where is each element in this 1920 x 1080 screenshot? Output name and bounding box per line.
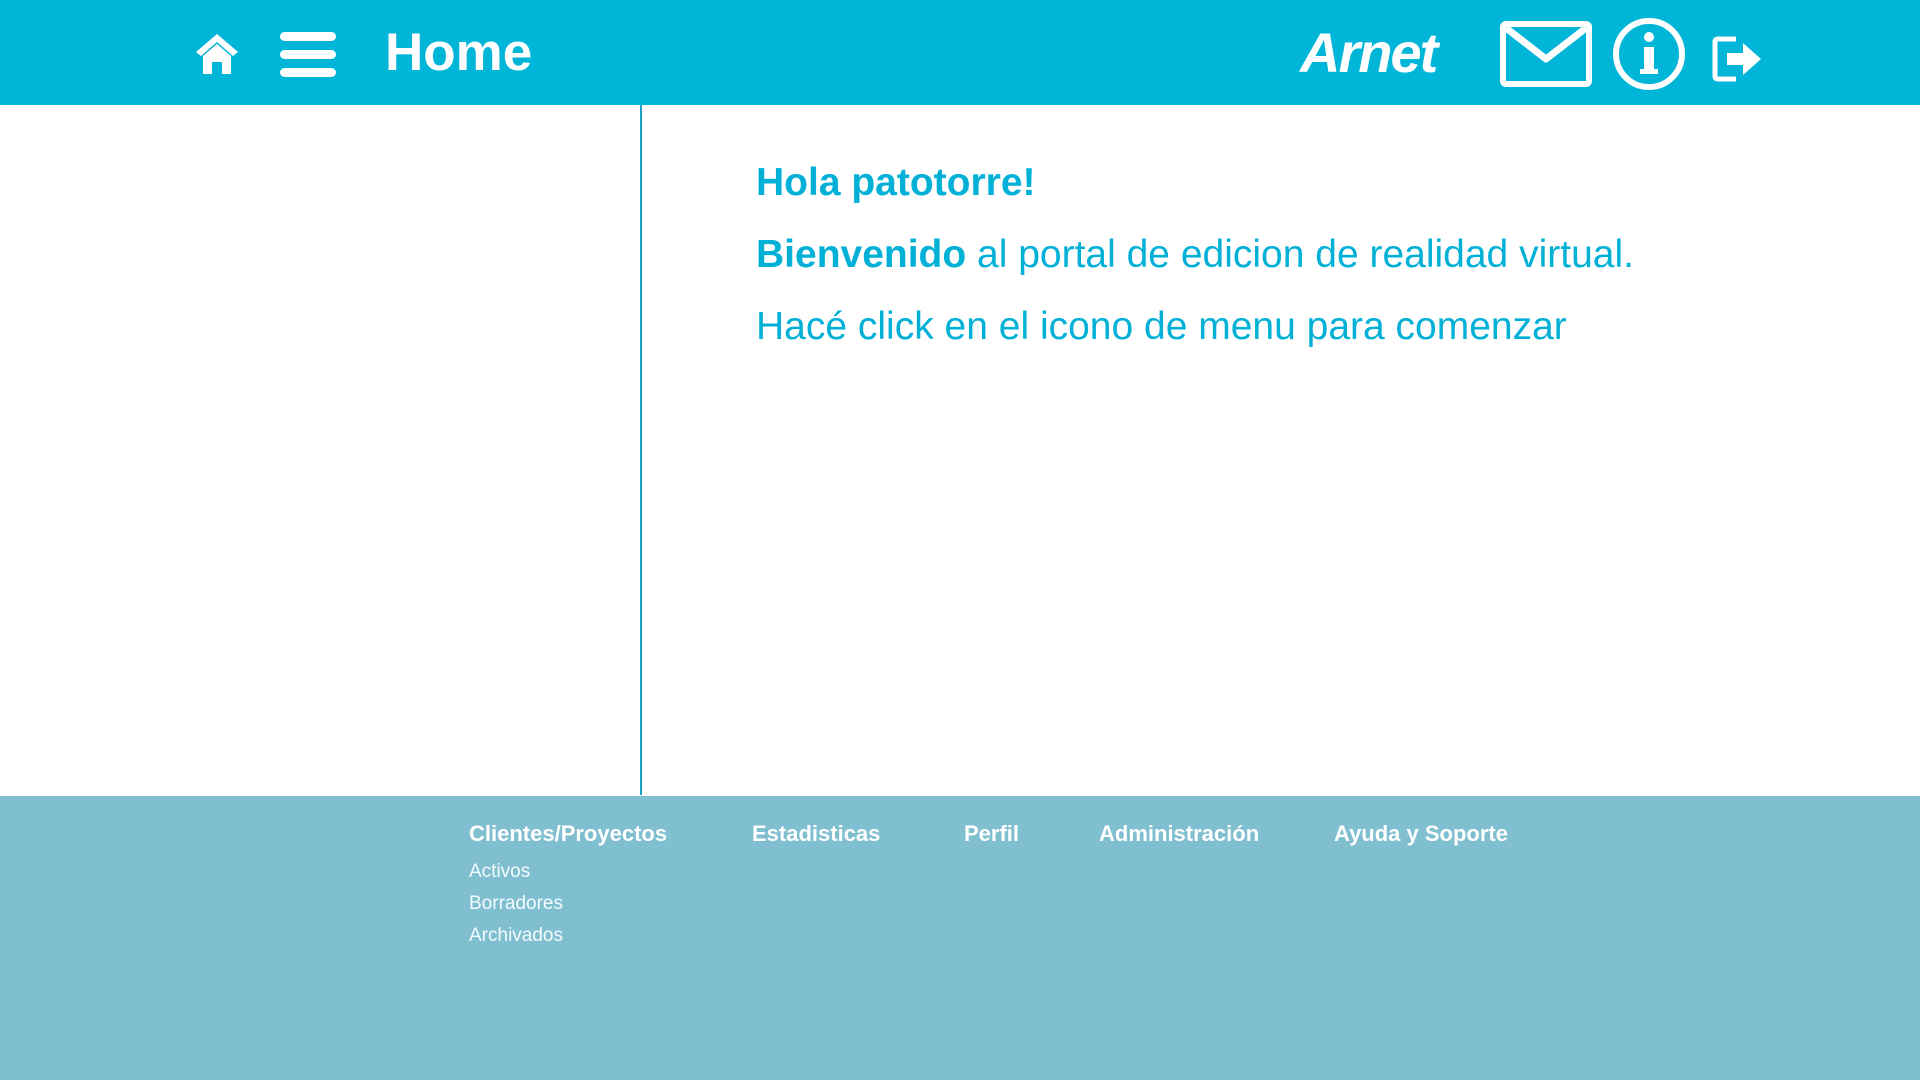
welcome-rest-text: al portal de edicion de realidad virtual… — [966, 233, 1634, 276]
top-header: Home Arnet — [0, 0, 1920, 105]
logout-icon[interactable] — [1712, 33, 1764, 85]
footer-link-activos[interactable]: Activos — [469, 856, 667, 888]
menu-hint-text: Hacé click en el icono de menu para come… — [756, 305, 1567, 348]
welcome-content: Hola patotorre! Bienvenido al portal de … — [756, 150, 1856, 360]
footer-link-archivados[interactable]: Archivados — [469, 920, 667, 952]
footer-link-ayuda-soporte[interactable]: Ayuda y Soporte — [1334, 818, 1508, 850]
footer-link-estadisticas[interactable]: Estadisticas — [752, 818, 880, 850]
welcome-message: Bienvenido al portal de edicion de reali… — [756, 222, 1856, 288]
sidebar-panel — [0, 105, 642, 795]
footer-column-administracion: Administración — [1099, 818, 1259, 850]
mail-icon[interactable] — [1500, 21, 1592, 87]
home-icon[interactable] — [194, 30, 240, 76]
page-title: Home — [385, 23, 533, 82]
info-icon[interactable] — [1612, 17, 1686, 91]
hamburger-menu-icon[interactable] — [280, 30, 336, 78]
greeting-text: Hola patotorre! — [756, 161, 1036, 204]
footer-link-borradores[interactable]: Borradores — [469, 888, 667, 920]
footer-link-perfil[interactable]: Perfil — [964, 818, 1019, 850]
footer-column-perfil: Perfil — [964, 818, 1019, 850]
footer-link-administracion[interactable]: Administración — [1099, 818, 1259, 850]
footer-column-estadisticas: Estadisticas — [752, 818, 880, 850]
footer-column-ayuda-soporte: Ayuda y Soporte — [1334, 818, 1508, 850]
footer-menu: Clientes/Proyectos Activos Borradores Ar… — [0, 796, 1920, 1080]
brand-logo: Arnet — [1300, 21, 1438, 84]
footer-link-clientes-proyectos[interactable]: Clientes/Proyectos — [469, 818, 667, 850]
footer-column-clientes-proyectos: Clientes/Proyectos Activos Borradores Ar… — [469, 818, 667, 952]
welcome-bold-text: Bienvenido — [756, 233, 967, 276]
